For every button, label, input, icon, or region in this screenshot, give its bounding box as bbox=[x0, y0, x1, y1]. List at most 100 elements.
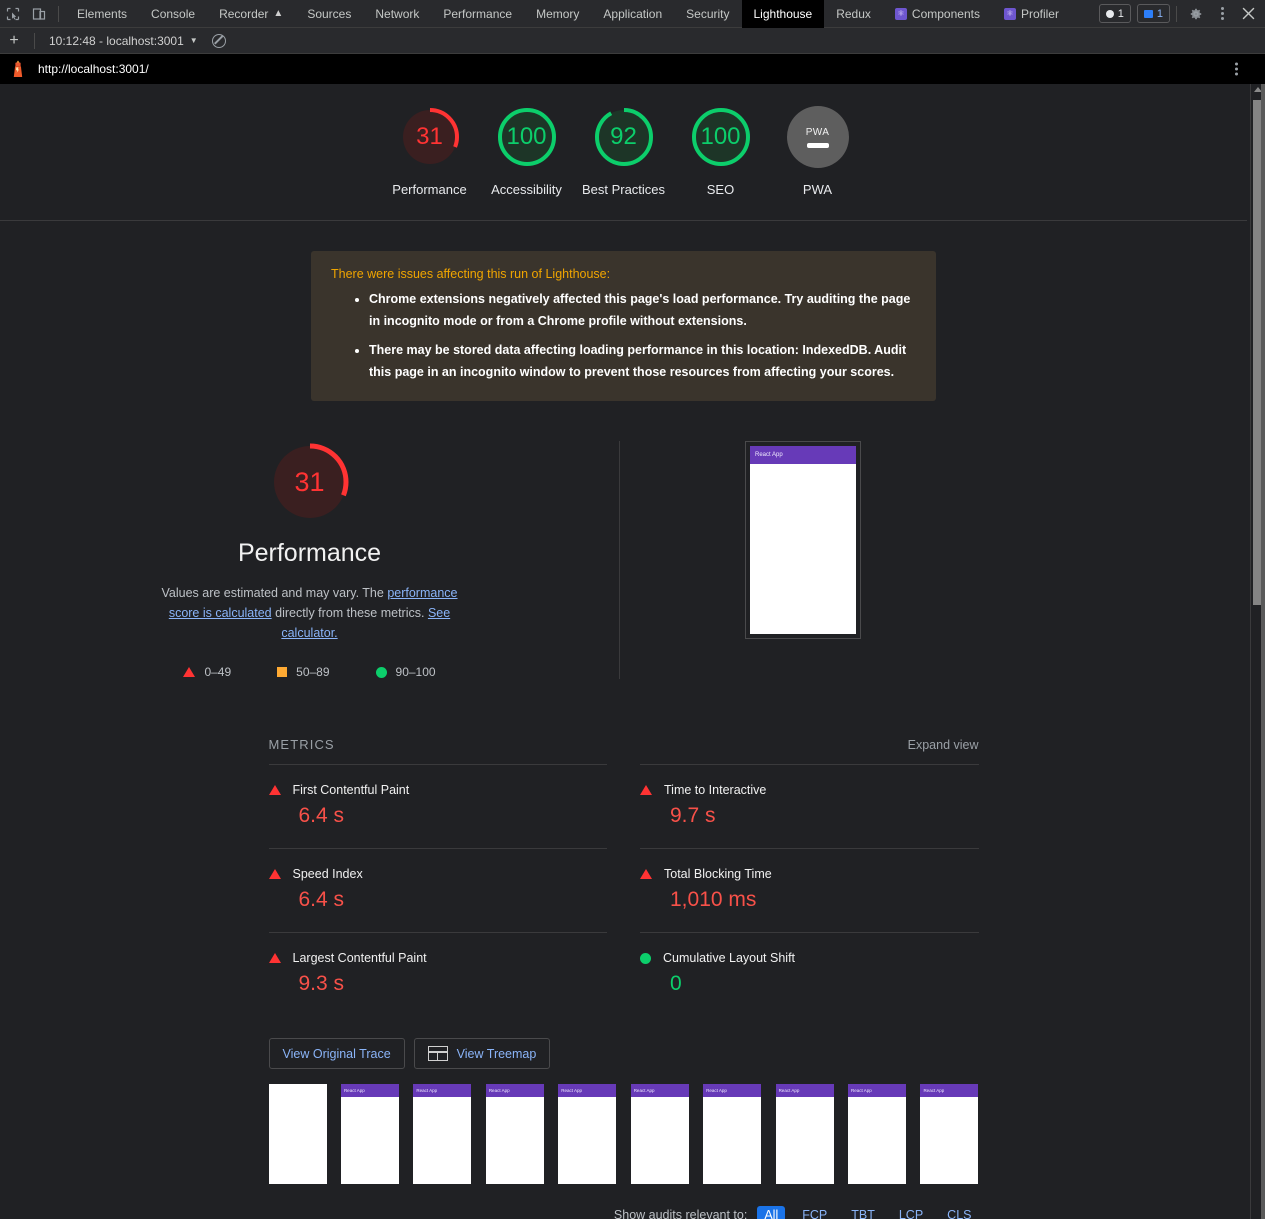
metric-value: 9.7 s bbox=[670, 804, 716, 828]
tab-redux[interactable]: Redux bbox=[824, 0, 883, 28]
view-original-trace-button[interactable]: View Original Trace bbox=[268, 1038, 405, 1070]
toolbar-right-group: 1 1 bbox=[1093, 1, 1265, 27]
run-selector-dropdown[interactable]: 10:12:48 - localhost:3001 ▼ bbox=[41, 28, 206, 54]
metric-head: Largest Contentful Paint bbox=[268, 951, 608, 965]
legend-label: 90–100 bbox=[395, 665, 436, 680]
tab-application[interactable]: Application bbox=[591, 0, 674, 28]
filter-chip-tbt[interactable]: TBT bbox=[844, 1206, 882, 1219]
filmstrip-frame[interactable]: React App bbox=[340, 1084, 399, 1185]
screenshot-app-bar: React App bbox=[750, 446, 856, 465]
tab-memory[interactable]: Memory bbox=[524, 0, 591, 28]
devtools-toolbar: Elements Console Recorder ▲ Sources Netw… bbox=[0, 0, 1265, 28]
tab-network[interactable]: Network bbox=[363, 0, 431, 28]
gauge-label: SEO bbox=[706, 182, 735, 197]
gauge-value: 100 bbox=[700, 123, 741, 150]
triangle-icon bbox=[268, 953, 281, 964]
error-counter[interactable]: 1 bbox=[1098, 4, 1131, 23]
filter-chip-cls[interactable]: CLS bbox=[940, 1206, 978, 1219]
message-counter[interactable]: 1 bbox=[1136, 4, 1170, 23]
legend-average: 50–89 bbox=[277, 665, 330, 679]
tab-sources[interactable]: Sources bbox=[295, 0, 363, 28]
tab-components[interactable]: ⚛ Components bbox=[883, 0, 992, 28]
inspect-element-icon[interactable] bbox=[0, 1, 26, 27]
chevron-down-icon: ▼ bbox=[189, 36, 198, 45]
gauge-seo[interactable]: 100 SEO bbox=[672, 106, 769, 200]
metric-cumulative-layout-shift[interactable]: Cumulative Layout Shift 0 bbox=[640, 932, 979, 1016]
tab-elements[interactable]: Elements bbox=[65, 0, 139, 28]
frame-app-bar: React App bbox=[848, 1084, 906, 1098]
filmstrip-frame[interactable]: React App bbox=[703, 1084, 762, 1185]
filmstrip-frame[interactable]: React App bbox=[558, 1084, 617, 1185]
more-options-icon[interactable] bbox=[1209, 1, 1235, 27]
filmstrip-frame[interactable]: React App bbox=[775, 1084, 834, 1185]
clear-reports-icon[interactable] bbox=[211, 33, 226, 48]
outer-scrollbar[interactable] bbox=[1261, 84, 1265, 1219]
lighthouse-icon bbox=[10, 60, 26, 78]
filmstrip-frame[interactable] bbox=[268, 1084, 327, 1185]
filter-chip-all[interactable]: All bbox=[757, 1206, 786, 1219]
tab-performance[interactable]: Performance bbox=[431, 0, 524, 28]
react-ext-icon: ⚛ bbox=[1003, 7, 1016, 20]
filmstrip-frame[interactable]: React App bbox=[485, 1084, 544, 1185]
tab-profiler[interactable]: ⚛ Profiler bbox=[992, 0, 1071, 28]
tab-lighthouse[interactable]: Lighthouse bbox=[741, 0, 825, 28]
gauge-performance[interactable]: 31 Performance bbox=[381, 106, 478, 200]
tab-recorder[interactable]: Recorder ▲ bbox=[207, 0, 295, 28]
metrics-header: METRICS Expand view bbox=[269, 737, 979, 764]
filter-chip-lcp[interactable]: LCP bbox=[892, 1206, 930, 1219]
close-icon[interactable] bbox=[1235, 1, 1261, 27]
view-treemap-button[interactable]: View Treemap bbox=[413, 1038, 551, 1070]
filmstrip-frame[interactable]: React App bbox=[920, 1084, 979, 1185]
metric-first-contentful-paint[interactable]: First Contentful Paint 6.4 s bbox=[268, 764, 608, 848]
filmstrip-frame[interactable]: React App bbox=[848, 1084, 906, 1185]
frame-app-bar: React App bbox=[413, 1084, 472, 1098]
gauge-label: Accessibility bbox=[491, 182, 562, 197]
gauge-accessibility[interactable]: 100 Accessibility bbox=[478, 106, 575, 200]
circle-icon bbox=[1105, 9, 1114, 18]
metric-largest-contentful-paint[interactable]: Largest Contentful Paint 9.3 s bbox=[268, 932, 608, 1016]
triangle-icon bbox=[268, 785, 281, 796]
filter-chip-fcp[interactable]: FCP bbox=[795, 1206, 834, 1219]
trace-buttons: View Original Trace View Treemap bbox=[268, 1038, 979, 1070]
frame-app-bar: React App bbox=[340, 1084, 399, 1098]
gauge-best-practices[interactable]: 92 Best Practices bbox=[575, 106, 672, 200]
tab-label: Lighthouse bbox=[753, 6, 813, 21]
circle-icon bbox=[375, 666, 387, 678]
warnings-title: There were issues affecting this run of … bbox=[331, 267, 611, 282]
triangle-icon bbox=[183, 667, 196, 678]
report-url: http://localhost:3001/ bbox=[38, 62, 149, 76]
tab-label: Security bbox=[686, 6, 730, 21]
gauge-label: Performance bbox=[392, 182, 467, 197]
metric-head: First Contentful Paint bbox=[268, 783, 608, 798]
expand-view-toggle[interactable]: Expand view bbox=[908, 738, 979, 752]
new-report-button[interactable]: + bbox=[0, 28, 28, 54]
tab-label: Recorder bbox=[219, 6, 269, 21]
metric-speed-index[interactable]: Speed Index 6.4 s bbox=[268, 848, 607, 932]
triangle-icon bbox=[268, 869, 281, 880]
filmstrip-frame[interactable]: React App bbox=[630, 1084, 689, 1185]
metric-head: Cumulative Layout Shift bbox=[640, 951, 979, 965]
warnings-list: Chrome extensions negatively affected th… bbox=[331, 289, 916, 383]
treemap-icon bbox=[427, 1046, 448, 1062]
gauge-pwa[interactable]: PWA PWA bbox=[769, 106, 866, 200]
filmstrip-frame[interactable]: React App bbox=[413, 1084, 472, 1185]
lighthouse-report: 31 Performance 100 Accessibility 92 Best… bbox=[0, 84, 1247, 1219]
metrics-grid: First Contentful Paint 6.4 s Time to Int… bbox=[268, 764, 979, 1016]
device-toolbar-icon[interactable] bbox=[26, 1, 52, 27]
performance-title: Performance bbox=[237, 539, 382, 568]
metric-total-blocking-time[interactable]: Total Blocking Time 1,010 ms bbox=[640, 848, 979, 932]
gauge-ring: 92 bbox=[593, 106, 655, 168]
tab-console[interactable]: Console bbox=[139, 0, 207, 28]
tab-security[interactable]: Security bbox=[674, 0, 741, 28]
gear-icon[interactable] bbox=[1183, 1, 1209, 27]
legend-pass: 90–100 bbox=[375, 665, 436, 680]
report-options-icon[interactable] bbox=[1229, 61, 1243, 78]
lighthouse-run-bar: + 10:12:48 - localhost:3001 ▼ bbox=[0, 28, 1265, 54]
audit-filters: Show audits relevant to: All FCP TBT LCP… bbox=[269, 1206, 979, 1219]
metric-name: First Contentful Paint bbox=[292, 783, 410, 798]
runbar-divider bbox=[34, 32, 35, 49]
tab-label: Application bbox=[603, 6, 663, 21]
legend-label: 0–49 bbox=[204, 665, 232, 680]
metric-time-to-interactive[interactable]: Time to Interactive 9.7 s bbox=[640, 764, 979, 848]
gauge-value: 92 bbox=[610, 123, 637, 150]
